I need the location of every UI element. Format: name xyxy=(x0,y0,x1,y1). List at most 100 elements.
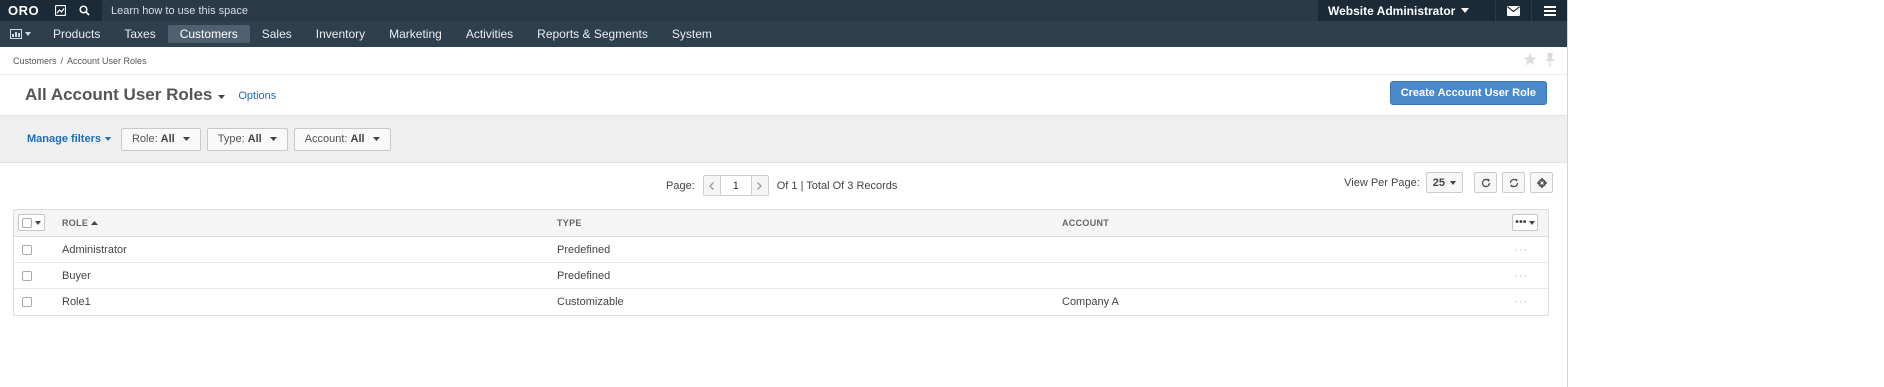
nav-sales[interactable]: Sales xyxy=(250,25,304,43)
column-header-type[interactable]: TYPE xyxy=(557,218,582,228)
chevron-down-icon xyxy=(372,137,380,141)
ellipsis-icon: ••• xyxy=(1515,217,1527,228)
chevron-down-icon xyxy=(269,137,277,141)
filter-name: Role: xyxy=(131,133,158,145)
breadcrumb: Customers / Account User Roles xyxy=(0,47,1567,75)
chevron-down-icon xyxy=(182,137,190,141)
cell-type: Predefined xyxy=(557,243,611,256)
manage-filters-label: Manage filters xyxy=(27,133,101,145)
nav-products[interactable]: Products xyxy=(41,25,112,43)
help-hint-bar[interactable]: Learn how to use this space xyxy=(102,0,1317,21)
select-all-checkbox[interactable] xyxy=(18,214,45,231)
nav-taxes[interactable]: Taxes xyxy=(112,25,167,43)
column-header-role[interactable]: ROLE xyxy=(62,218,99,228)
cell-role: Role1 xyxy=(62,296,91,308)
search-icon[interactable] xyxy=(72,0,96,21)
pin-icon[interactable] xyxy=(1545,53,1555,67)
page-actions xyxy=(1523,53,1555,67)
checkbox xyxy=(22,217,32,228)
cell-type: Predefined xyxy=(557,269,611,282)
view-per-page: View Per Page: 25 xyxy=(1344,172,1553,193)
chevron-down-icon xyxy=(1461,8,1470,13)
filter-name: Account: xyxy=(304,133,348,145)
view-per-page-label: View Per Page: xyxy=(1344,176,1420,189)
next-page-button[interactable] xyxy=(751,176,768,195)
roles-grid: ROLE TYPE ACCOUNT ••• Administrator Pred… xyxy=(13,209,1549,316)
sort-ascending-icon xyxy=(91,221,99,225)
page-header: All Account User Roles Options Create Ac… xyxy=(0,75,1567,115)
refresh-button[interactable] xyxy=(1474,172,1497,193)
records-total: Of 1 | Total Of 3 Records xyxy=(776,179,898,192)
filters-bar: Manage filters Role: All Type: All Accou… xyxy=(0,115,1567,163)
row-actions-icon[interactable]: ··· xyxy=(1514,270,1528,282)
table-row[interactable]: Administrator Predefined ··· xyxy=(14,237,1548,263)
column-header-label: ROLE xyxy=(62,218,89,228)
user-menu[interactable]: Website Administrator xyxy=(1317,0,1495,21)
chevron-down-icon xyxy=(1450,180,1456,185)
row-checkbox[interactable] xyxy=(22,297,32,307)
user-name: Website Administrator xyxy=(1328,3,1456,18)
row-actions-icon[interactable]: ··· xyxy=(1514,244,1528,256)
oro-logo[interactable]: ORO xyxy=(0,0,48,21)
dashboard-icon xyxy=(10,29,22,39)
pager-row: Page: 1 Of 1 | Total Of 3 Records View P… xyxy=(0,163,1567,207)
nav-marketing[interactable]: Marketing xyxy=(377,25,454,43)
chevron-down-icon xyxy=(25,32,31,36)
table-row[interactable]: Buyer Predefined ··· xyxy=(14,263,1548,289)
create-account-user-role-button[interactable]: Create Account User Role xyxy=(1389,81,1547,105)
row-checkbox[interactable] xyxy=(22,244,32,255)
chevron-left-icon xyxy=(709,181,715,190)
nav-activities[interactable]: Activities xyxy=(454,25,525,43)
nav-system[interactable]: System xyxy=(660,25,724,43)
chevron-down-icon xyxy=(1528,220,1535,225)
row-actions-icon[interactable]: ··· xyxy=(1514,296,1528,308)
table-row[interactable]: Role1 Customizable Company A ··· xyxy=(14,289,1548,315)
sync-icon xyxy=(1509,178,1518,187)
star-icon[interactable] xyxy=(1523,53,1537,66)
breadcrumb-item-current: Account User Roles xyxy=(67,55,147,66)
nav-reports-segments[interactable]: Reports & Segments xyxy=(525,25,660,43)
options-link[interactable]: Options xyxy=(238,90,276,102)
app-viewport: ORO Learn how to use this space Website … xyxy=(0,0,1568,387)
filter-account[interactable]: Account: All xyxy=(293,127,391,151)
grid-header: ROLE TYPE ACCOUNT ••• xyxy=(14,210,1548,237)
chevron-right-icon xyxy=(757,181,763,190)
row-checkbox[interactable] xyxy=(22,270,32,281)
filter-value: All xyxy=(350,133,365,145)
per-page-select[interactable]: 25 xyxy=(1425,172,1463,193)
page-control: 1 xyxy=(702,175,769,196)
gear-icon xyxy=(1536,177,1547,188)
breadcrumb-separator: / xyxy=(60,55,64,66)
grid-settings-button[interactable] xyxy=(1530,172,1553,193)
dashboard-menu[interactable] xyxy=(10,29,31,39)
chevron-down-icon xyxy=(104,137,111,141)
refresh-icon xyxy=(1481,178,1490,187)
cell-role: Buyer xyxy=(62,269,91,282)
filter-type[interactable]: Type: All xyxy=(206,127,288,151)
reset-button[interactable] xyxy=(1502,172,1525,193)
breadcrumb-item-customers[interactable]: Customers xyxy=(13,56,57,66)
page-label: Page: xyxy=(666,179,695,192)
filter-value: All xyxy=(247,133,262,145)
page-number-input[interactable]: 1 xyxy=(719,176,752,195)
previous-page-button[interactable] xyxy=(703,176,720,195)
nav-customers[interactable]: Customers xyxy=(167,25,250,43)
filter-value: All xyxy=(160,133,175,145)
dashboard-shortcut-icon[interactable] xyxy=(48,0,72,21)
top-bar: ORO Learn how to use this space Website … xyxy=(0,0,1567,21)
filter-name: Type: xyxy=(217,133,245,145)
main-navigation: Products Taxes Customers Sales Inventory… xyxy=(0,21,1567,47)
page-title[interactable]: All Account User Roles xyxy=(25,85,212,105)
manage-filters-button[interactable]: Manage filters xyxy=(27,133,111,145)
cell-account: Company A xyxy=(1062,296,1119,308)
chevron-down-icon xyxy=(35,220,41,225)
filter-role[interactable]: Role: All xyxy=(120,127,201,151)
cell-role: Administrator xyxy=(62,243,127,256)
pagination: Page: 1 Of 1 | Total Of 3 Records xyxy=(666,175,897,196)
hamburger-menu-icon[interactable] xyxy=(1531,0,1567,21)
envelope-icon[interactable] xyxy=(1495,0,1531,21)
chevron-down-icon[interactable] xyxy=(218,95,226,99)
nav-inventory[interactable]: Inventory xyxy=(304,25,377,43)
grid-actions-menu[interactable]: ••• xyxy=(1512,214,1538,231)
column-header-account[interactable]: ACCOUNT xyxy=(1062,218,1109,228)
